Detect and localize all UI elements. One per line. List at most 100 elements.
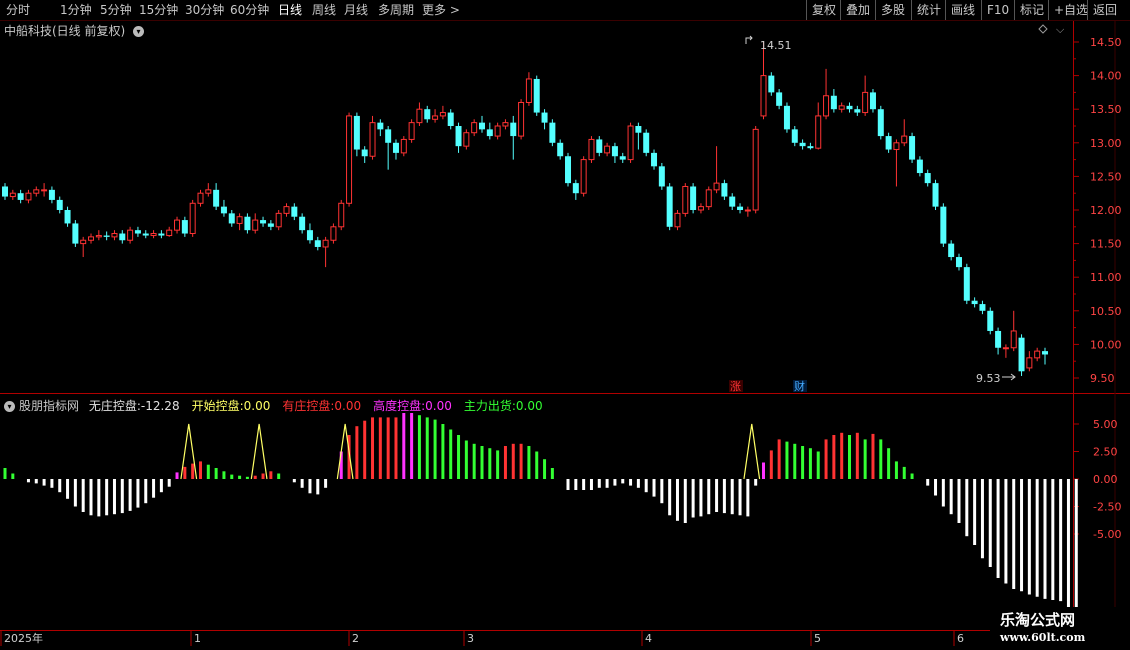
date-label: 4 <box>645 632 652 645</box>
kline-chart[interactable]: ⌵ 14.5014.0013.5013.0012.5012.0011.5011.… <box>0 0 1130 650</box>
candle <box>838 102 845 113</box>
price-tick-label: 13.00 <box>1090 137 1122 150</box>
candle <box>877 105 884 140</box>
date-label: 3 <box>467 632 474 645</box>
candle <box>752 126 759 214</box>
candle <box>119 230 126 244</box>
low-price-label: 9.53 <box>976 372 1001 385</box>
candle <box>846 102 853 113</box>
candle <box>291 203 298 221</box>
indicator-tick-label: -2.50 <box>1093 501 1121 514</box>
candle <box>447 109 454 130</box>
candle <box>783 102 790 133</box>
candle <box>948 240 955 261</box>
candle <box>80 236 87 258</box>
candle <box>916 156 923 177</box>
candle <box>604 142 611 157</box>
event-badge-up[interactable]: 涨 <box>730 380 741 393</box>
candle <box>721 179 728 200</box>
candle <box>862 75 869 116</box>
indicator-item-value: 0.00 <box>334 399 362 413</box>
candle <box>2 183 8 200</box>
candle <box>400 136 407 157</box>
indicator-item-value: 0.00 <box>425 399 452 413</box>
candle <box>244 213 251 234</box>
candle <box>572 179 579 200</box>
candle <box>807 142 814 150</box>
candle <box>432 109 439 123</box>
candle <box>674 210 681 231</box>
candle <box>228 210 235 227</box>
collapse-icon[interactable]: ⌵ <box>1056 23 1065 36</box>
indicator-item: 开始控盘:0.00 <box>192 399 277 413</box>
candle <box>330 223 337 244</box>
candle <box>596 136 603 157</box>
candle <box>48 186 55 204</box>
candle <box>823 68 830 120</box>
price-tick-label: 14.50 <box>1090 36 1122 49</box>
candle <box>580 156 587 197</box>
candle <box>924 169 931 187</box>
panel-controls: ⌵ <box>1038 23 1065 36</box>
candle <box>963 263 970 305</box>
candle <box>322 236 329 268</box>
candle <box>486 122 493 140</box>
watermark-title: 乐淘公式网 <box>1000 611 1076 629</box>
candle <box>799 139 806 150</box>
watermark-url: www.60lt.com <box>1000 631 1086 644</box>
candle <box>174 216 181 234</box>
candle <box>346 112 353 207</box>
date-label: 2025年 <box>4 631 43 645</box>
candle <box>909 132 916 163</box>
candle <box>955 253 962 271</box>
indicator-axis: 5.00 2.50 0.00 -2.50 -5.00 <box>1073 418 1121 541</box>
candle <box>471 119 478 137</box>
event-badges: 涨 财 <box>729 379 807 393</box>
candle <box>439 105 446 120</box>
control-start-marker <box>336 423 354 480</box>
candle <box>236 213 243 231</box>
candle <box>541 109 548 130</box>
candle <box>220 199 227 217</box>
indicator-tick-label: 0.00 <box>1093 473 1118 486</box>
candle <box>510 115 517 160</box>
candles-layer <box>2 41 1048 376</box>
indicator-item: 无庄控盘:-12.28 <box>89 399 186 413</box>
diamond-icon[interactable] <box>1038 24 1048 34</box>
candle <box>635 122 642 150</box>
candle <box>557 139 564 160</box>
low-arrow-icon <box>1002 373 1016 381</box>
candle <box>166 226 173 237</box>
candle <box>463 129 470 150</box>
price-tick-label: 11.00 <box>1090 271 1122 284</box>
candle <box>189 199 196 237</box>
candle <box>619 152 626 163</box>
candle <box>611 142 618 163</box>
candle <box>502 119 509 130</box>
candle <box>369 115 376 160</box>
candle <box>901 119 908 147</box>
date-axis: 2025年 1 2 3 4 5 6 <box>0 631 964 646</box>
candle <box>830 89 837 113</box>
chevron-down-icon[interactable]: ▾ <box>4 401 15 412</box>
price-tick-label: 11.50 <box>1090 238 1122 251</box>
candle <box>854 105 861 116</box>
candle <box>306 223 313 244</box>
indicator-item-label: 主力出货: <box>463 399 516 413</box>
indicator-item-value: 0.00 <box>243 399 271 413</box>
date-label: 5 <box>814 632 821 645</box>
high-arrow-icon <box>745 35 753 44</box>
candle <box>776 89 783 110</box>
candle <box>533 75 540 116</box>
event-badge-finance[interactable]: 财 <box>794 379 805 393</box>
candle <box>353 112 360 157</box>
candle <box>1042 347 1048 365</box>
candle <box>260 216 267 227</box>
candle <box>690 183 697 214</box>
candle <box>9 189 16 200</box>
indicator-name: 股朋指标网 <box>19 399 80 413</box>
candle <box>525 72 532 106</box>
candle <box>392 139 399 160</box>
price-tick-label: 9.50 <box>1090 372 1115 385</box>
candle <box>987 307 994 335</box>
